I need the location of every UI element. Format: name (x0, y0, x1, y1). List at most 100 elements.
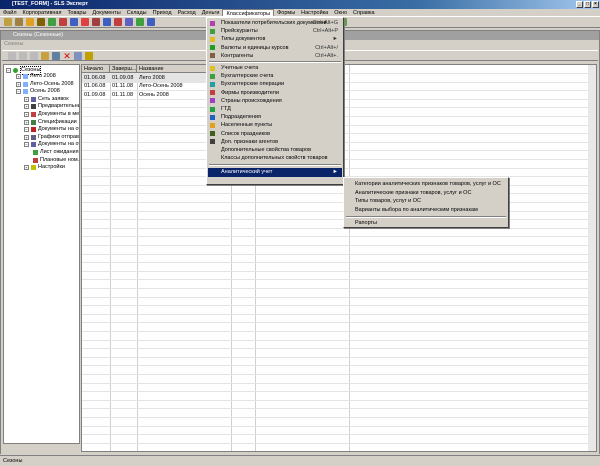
expand-icon[interactable]: + (24, 96, 29, 102)
menu-item[interactable]: Типы документов ► (208, 35, 342, 43)
season-tree[interactable]: − Сезоны + Лето 2008 + Лето-Осень 2008− Осень … (3, 64, 80, 444)
table-cell[interactable]: 01.09.08 (82, 91, 110, 99)
menu-item[interactable]: Страны происхождения (208, 97, 342, 105)
expand-icon[interactable]: − (16, 89, 21, 95)
menu-item[interactable]: Контрагенты Ctrl+Alt+. (208, 52, 342, 60)
menu-item[interactable]: Классификаторы (222, 9, 275, 17)
tree-item[interactable]: + Настройки (24, 164, 65, 171)
edit-icon[interactable] (52, 51, 60, 60)
menu-item[interactable]: Формы (274, 9, 298, 16)
menu-item[interactable]: Деньги (199, 9, 223, 16)
menu-item[interactable]: Приход (150, 9, 175, 16)
menu-item[interactable]: Бухгалтерские операции (208, 80, 342, 88)
menu-item-label: Страны происхождения (221, 97, 282, 104)
expand-icon[interactable]: + (24, 134, 29, 140)
tree-item[interactable]: Лист ожидания (24, 149, 79, 156)
expand-icon[interactable]: + (24, 112, 29, 117)
table-cell[interactable]: 01.11.08 (110, 82, 137, 90)
expand-icon[interactable]: − (24, 142, 29, 148)
toolbar-button-icon[interactable] (37, 18, 45, 26)
submenu-item[interactable]: Варианты выбора по аналитическим признак… (345, 206, 507, 214)
menu-item[interactable]: Склады (124, 9, 150, 16)
maximize-button[interactable]: □ (584, 1, 591, 8)
expand-icon[interactable]: − (24, 127, 29, 133)
tree-item[interactable]: + Лето 2008 (16, 73, 56, 80)
toolbar-button-icon[interactable] (15, 18, 23, 26)
toolbar-button-icon[interactable] (125, 18, 133, 26)
menu-item[interactable]: Населенные пункты (208, 121, 342, 129)
close-button[interactable]: × (592, 1, 599, 8)
tree-item[interactable]: + Спецификации (24, 119, 77, 126)
column-header[interactable]: Начало (82, 65, 110, 73)
column-header[interactable]: Заверш... (110, 65, 137, 73)
delete-icon[interactable]: ✕ (63, 51, 71, 60)
menu-item[interactable]: Документы (89, 9, 123, 16)
toolbar-button-icon[interactable] (81, 18, 89, 26)
menu-item[interactable]: Бухгалтерские счета (208, 72, 342, 80)
expand-icon[interactable]: + (16, 81, 21, 87)
tree-item[interactable]: + Документы в мест. (24, 111, 79, 118)
menu-item[interactable]: Валюты и единицы курсов Ctrl+Alt+/ (208, 44, 342, 52)
folder-icon[interactable] (30, 51, 38, 60)
user-icon[interactable] (85, 51, 93, 60)
menu-item-label: Фирмы производители (221, 89, 279, 96)
menu-item[interactable]: Подразделения (208, 113, 342, 121)
expand-icon[interactable]: + (16, 74, 21, 79)
menu-item[interactable]: Справка (350, 9, 378, 16)
menu-item[interactable]: Список праздников (208, 130, 342, 138)
menu-item[interactable]: Корпоративная (20, 9, 65, 16)
toolbar-button-icon[interactable] (26, 18, 34, 26)
toolbar-button-icon[interactable] (59, 18, 67, 26)
menu-item-icon (210, 81, 215, 87)
tree-item[interactable]: − Осень 2008 (16, 88, 60, 95)
back-icon[interactable] (8, 51, 16, 60)
menu-item[interactable]: Фирмы производители (208, 89, 342, 97)
vertical-scrollbar[interactable] (588, 65, 596, 451)
toolbar-button-icon[interactable] (4, 18, 12, 26)
menu-item[interactable]: Расход (175, 9, 199, 16)
add-icon[interactable] (41, 51, 49, 60)
menu-item[interactable]: ГТД (208, 105, 342, 113)
tree-item[interactable]: + Графики отправки (24, 134, 79, 141)
tree-item[interactable]: − Документы на от. (24, 126, 79, 133)
menu-item-icon (210, 114, 215, 120)
toolbar-button-icon[interactable] (92, 18, 100, 26)
table-cell[interactable]: 01.11.08 (110, 91, 137, 99)
toolbar-button-icon[interactable] (103, 18, 111, 26)
menu-item[interactable]: Файл (0, 9, 20, 16)
tree-item[interactable]: Плановые ном. (24, 157, 79, 164)
menu-item[interactable]: Классы дополнительных свойств товаров (208, 154, 342, 162)
tree-item[interactable]: + Предварительные (24, 103, 79, 110)
menu-item[interactable]: Учетные счета (208, 64, 342, 72)
collapse-icon[interactable]: − (6, 68, 11, 73)
submenu-item[interactable]: Типы товаров, услуг и ОС (345, 197, 507, 205)
minimize-button[interactable]: _ (576, 1, 583, 8)
toolbar-button-icon[interactable] (70, 18, 78, 26)
table-cell[interactable]: 01.09.08 (110, 73, 137, 82)
menu-item[interactable]: Товары (64, 9, 89, 16)
menu-item[interactable]: Показатели потребительских документов Ctr… (208, 19, 342, 27)
toolbar-button-icon[interactable] (136, 18, 144, 26)
toolbar-button-icon[interactable] (114, 18, 122, 26)
tree-item[interactable]: + Сеть заявок (24, 96, 69, 103)
expand-icon[interactable]: + (24, 104, 29, 110)
submenu-item[interactable]: Аналитические признаки товаров, услуг и … (345, 189, 507, 197)
menu-item[interactable]: Настройка (298, 9, 331, 16)
toolbar-button-icon[interactable] (48, 18, 56, 26)
tree-item[interactable]: − Документы на от. (24, 141, 79, 148)
submenu-item[interactable]: Категории аналитических признаков товаро… (345, 180, 507, 188)
menu-item-analytics[interactable]: Аналитический учет ► (208, 168, 342, 177)
toolbar-button-icon[interactable] (147, 18, 155, 26)
expand-icon[interactable]: + (24, 119, 29, 125)
copy-icon[interactable] (74, 51, 82, 60)
menu-item[interactable]: Дополнительные свойства товаров (208, 146, 342, 154)
menu-item[interactable]: Окно (331, 9, 350, 16)
menu-item[interactable]: Прейскуранты Ctrl+Alt+P (208, 27, 342, 35)
table-cell[interactable]: 01.06.08 (82, 73, 110, 82)
forward-icon[interactable] (19, 51, 27, 60)
submenu-item[interactable]: Рапорты (345, 219, 507, 227)
expand-icon[interactable]: + (24, 165, 29, 171)
menu-item[interactable]: Доп. признаки агентов (208, 138, 342, 146)
tree-item[interactable]: + Лето-Осень 2008 (16, 81, 74, 88)
table-cell[interactable]: 01.06.08 (82, 82, 110, 90)
